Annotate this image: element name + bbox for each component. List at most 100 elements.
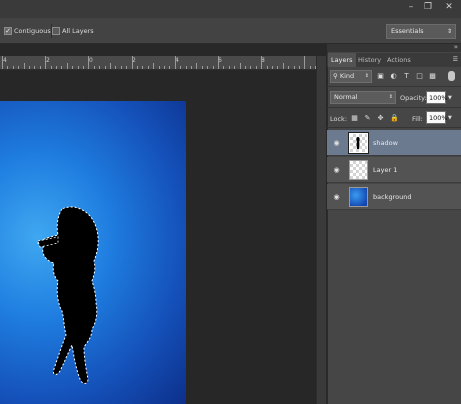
chevron-down-icon[interactable]: ▼ [448, 95, 452, 101]
panel-divider [327, 127, 461, 128]
ruler-tick [180, 66, 182, 69]
eye-icon[interactable]: ◉ [332, 166, 341, 174]
panel-menu-icon[interactable]: ☰ [453, 56, 458, 63]
lock-transparent-icon[interactable]: ▦ [350, 114, 359, 123]
ruler-tick [99, 66, 101, 69]
ruler-tick [23, 63, 25, 69]
ruler-tick [245, 66, 246, 69]
lock-brush-icon[interactable]: ✎ [363, 114, 372, 123]
chevron-updown-icon: ⇕ [364, 73, 369, 79]
ruler-tick [142, 66, 144, 69]
all-layers-checkbox[interactable] [52, 27, 60, 35]
document-canvas[interactable] [0, 101, 186, 404]
ruler-tick [7, 66, 9, 69]
tab-history[interactable]: History [355, 53, 384, 67]
workspace-select[interactable]: Essentials ⇕ [386, 24, 456, 39]
smartobject-filter-icon[interactable]: ▩ [428, 71, 437, 81]
pixel-filter-icon[interactable]: ▣ [376, 71, 385, 81]
opacity-label: Opacity: [400, 94, 427, 102]
lock-all-icon[interactable]: 🔒 [390, 114, 399, 123]
ruler-tick [2, 56, 3, 69]
tab-actions[interactable]: Actions [384, 53, 414, 67]
ruler-tick [261, 56, 263, 69]
ruler-tick [309, 66, 311, 69]
ruler-label: 0 [89, 57, 93, 64]
close-button[interactable]: ✕ [439, 1, 459, 14]
ruler-tick [164, 66, 165, 69]
shape-filter-icon[interactable]: □ [415, 71, 424, 81]
ruler-tick [77, 66, 79, 69]
ruler-tick [147, 66, 149, 69]
ruler-tick [56, 66, 57, 69]
layer-name: background [373, 193, 412, 201]
layer-thumbnail [349, 160, 368, 180]
filter-kind-select[interactable]: ⚲ Kind ⇕ [330, 70, 372, 83]
all-layers-label: All Layers [62, 27, 94, 35]
contiguous-label: Contiguous [14, 27, 51, 35]
ruler-tick [72, 66, 74, 69]
search-icon: ⚲ [333, 72, 338, 80]
maximize-button[interactable]: ❐ [420, 1, 436, 14]
panel-collapse-bar[interactable]: » [327, 43, 461, 52]
ruler-tick [12, 66, 14, 69]
ruler-tick [153, 63, 155, 69]
contiguous-checkbox[interactable]: ✓ [4, 27, 12, 35]
layer-name: shadow [373, 139, 398, 147]
ruler-tick [93, 66, 95, 69]
ruler-tick [120, 66, 122, 69]
ruler-tick [66, 63, 68, 69]
ruler-tick [223, 66, 225, 69]
ruler-tick [196, 63, 198, 69]
ruler-tick [272, 66, 273, 69]
layer-row-background[interactable]: ◉ background [327, 184, 461, 210]
chevron-updown-icon: ⇕ [446, 28, 452, 35]
chevron-updown-icon: ⇕ [388, 94, 393, 100]
ruler-tick [250, 66, 252, 69]
eye-icon[interactable]: ◉ [332, 139, 341, 147]
fill-value: 100% [429, 114, 448, 122]
ruler-tick [34, 66, 36, 69]
ruler-tick [45, 56, 47, 69]
ruler-tick [304, 56, 306, 69]
ruler-tick [18, 66, 20, 69]
blend-mode-value: Normal [334, 93, 358, 101]
vertical-scrollbar[interactable] [316, 56, 326, 404]
ruler-tick [212, 66, 214, 69]
ruler-tick [207, 66, 209, 69]
filter-toggle[interactable] [448, 71, 455, 81]
blend-mode-select[interactable]: Normal ⇕ [330, 91, 396, 104]
tab-label: History [358, 56, 382, 64]
fill-field[interactable]: 100% [426, 111, 448, 124]
ruler-tick [110, 63, 111, 69]
type-filter-icon[interactable]: T [402, 71, 411, 81]
layer-name: Layer 1 [373, 166, 398, 174]
ruler-tick [277, 66, 279, 69]
opacity-field[interactable]: 100% [426, 91, 448, 104]
ruler-label: 4 [3, 57, 7, 64]
lock-position-icon[interactable]: ✥ [376, 114, 385, 123]
ruler-tick [299, 66, 300, 69]
ruler-tick [293, 66, 295, 69]
collapse-icon[interactable]: » [454, 43, 458, 51]
window-titlebar: – ❐ ✕ [0, 0, 461, 18]
ruler-tick [104, 66, 106, 69]
minimize-button[interactable]: – [403, 1, 419, 14]
photoshop-window: – ❐ ✕ ✓ Contiguous All Layers Essentials… [0, 0, 461, 404]
adjustment-filter-icon[interactable]: ◐ [389, 71, 398, 81]
ruler-tick [239, 63, 241, 69]
silhouette-thumb-icon [356, 137, 360, 149]
ruler-tick [234, 66, 236, 69]
eye-icon[interactable]: ◉ [332, 193, 341, 201]
ruler-tick [191, 66, 192, 69]
ruler-tick [185, 66, 187, 69]
ruler-tick [282, 63, 284, 69]
ruler-tick [39, 66, 41, 69]
ruler-tick [115, 66, 117, 69]
ruler-tick [83, 66, 84, 69]
chevron-down-icon[interactable]: ▼ [448, 115, 452, 121]
layer-row-shadow[interactable]: ◉ shadow [327, 130, 461, 156]
tab-layers[interactable]: Layers [328, 53, 356, 67]
ruler-tick [174, 56, 176, 69]
ruler-tick [255, 66, 257, 69]
layer-row-layer-1[interactable]: ◉ Layer 1 [327, 157, 461, 183]
